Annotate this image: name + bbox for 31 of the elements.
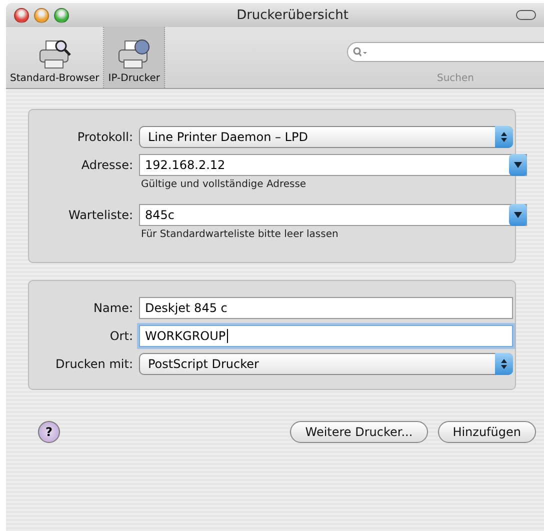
field-label: Warteliste:: [67, 208, 133, 222]
combo-box[interactable]: 192.168.2.12: [139, 154, 527, 176]
push-button[interactable]: Weitere Drucker...: [290, 421, 428, 443]
printer-magnifier-icon: [36, 39, 73, 71]
help-button[interactable]: ?: [38, 421, 60, 443]
search-icon: [353, 47, 367, 57]
field-label: Name:: [92, 301, 133, 315]
text-field[interactable]: Deskjet 845 c: [139, 297, 513, 319]
field-label: Ort:: [108, 329, 133, 343]
push-button[interactable]: Hinzufügen: [438, 421, 536, 443]
combo-box[interactable]: 845c: [139, 204, 527, 226]
search-field[interactable]: [347, 42, 544, 62]
field-label: Protokoll:: [76, 130, 133, 144]
toolbar-item[interactable]: IP-Drucker: [104, 27, 165, 88]
popup-menu[interactable]: Line Printer Daemon – LPD: [139, 126, 513, 148]
popup-menu[interactable]: PostScript Drucker: [139, 353, 513, 375]
stepper-arrows-icon: [495, 353, 513, 375]
toolbar-toggle-button[interactable]: [516, 10, 536, 20]
field-label: Adresse:: [80, 158, 133, 172]
toolbar-item[interactable]: Standard-Browser: [6, 27, 104, 88]
close-button[interactable]: [14, 8, 29, 22]
search-label: Suchen: [436, 73, 474, 84]
field-hint: Für Standardwarteliste bitte leer lassen: [141, 229, 340, 240]
text-field[interactable]: WORKGROUP: [139, 325, 513, 347]
printer-globe-icon: [116, 39, 152, 71]
field-label: Drucken mit:: [54, 357, 133, 371]
stepper-arrows-icon: [495, 126, 513, 148]
window-title: Druckerübersicht: [236, 8, 350, 22]
minimize-button[interactable]: [34, 8, 49, 22]
field-hint: Gültige und vollständige Adresse: [141, 179, 308, 190]
zoom-button[interactable]: [54, 8, 69, 22]
